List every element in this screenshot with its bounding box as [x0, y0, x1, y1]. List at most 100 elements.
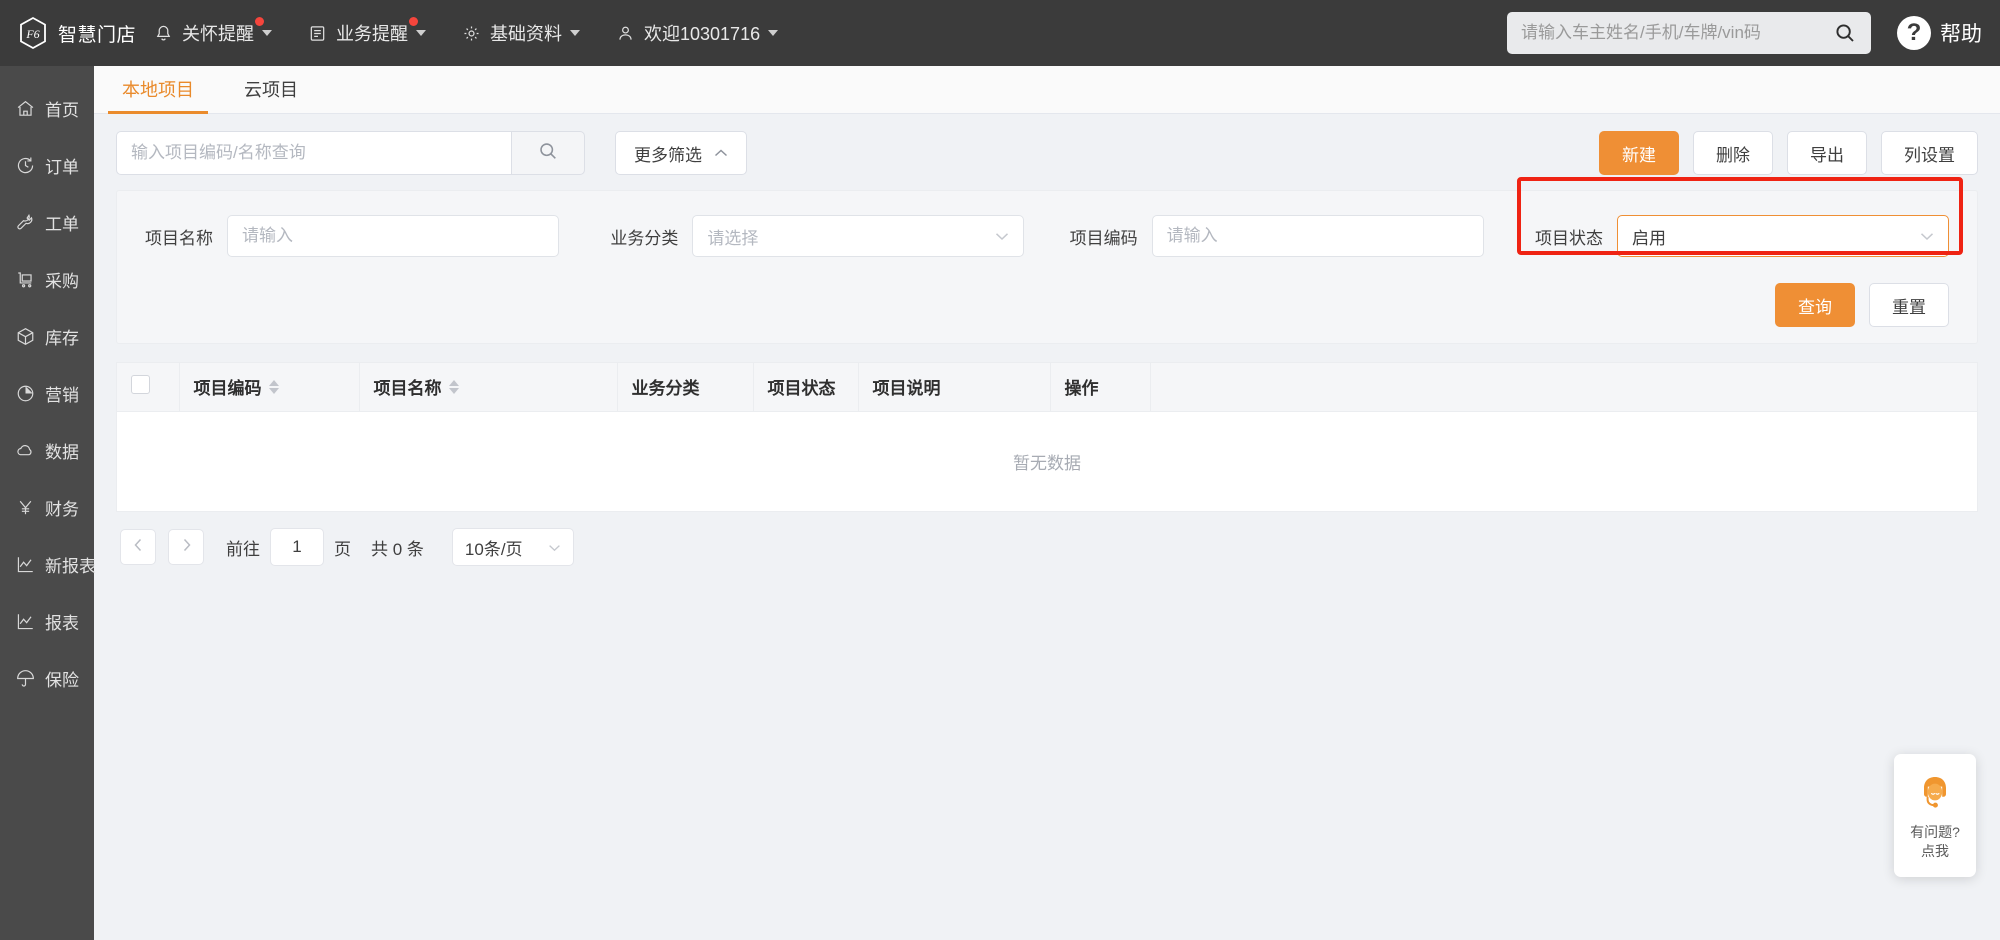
filter-label-project-status: 项目状态 — [1534, 228, 1603, 248]
table-body: 暂无数据 — [117, 411, 1977, 511]
quick-search-input[interactable] — [116, 131, 511, 175]
filter-actions: 查询 重置 — [145, 283, 1949, 327]
customer-service-line1: 有问题? — [1910, 823, 1960, 840]
business-type-value: 请选择 — [707, 228, 759, 248]
sidebar-label-marketing: 营销 — [45, 386, 79, 405]
create-button[interactable]: 新建 — [1599, 131, 1679, 175]
tab-cloud-projects[interactable]: 云项目 — [230, 76, 312, 113]
home-icon — [14, 98, 36, 120]
sidebar-label-insurance: 保险 — [45, 671, 79, 690]
sort-icon[interactable] — [268, 379, 279, 394]
search-icon — [537, 140, 559, 167]
business-type-select[interactable]: 请选择 — [692, 215, 1025, 257]
global-search[interactable] — [1507, 12, 1871, 54]
chevron-down-icon — [262, 30, 272, 36]
sidebar-item-report[interactable]: 报表 — [0, 593, 94, 650]
page-number-input[interactable] — [270, 528, 324, 566]
table-header-checkbox — [117, 363, 180, 412]
reset-button[interactable]: 重置 — [1869, 283, 1949, 327]
next-page-button[interactable] — [168, 529, 204, 565]
chevron-down-icon — [768, 30, 779, 36]
wrench-icon — [14, 212, 36, 234]
sidebar-item-home[interactable]: 首页 — [0, 80, 94, 137]
sidebar-label-report: 报表 — [45, 614, 79, 633]
table-header-label-business-type: 业务分类 — [631, 379, 700, 399]
sidebar-label-work-order: 工单 — [45, 215, 79, 234]
projects-table: 项目编码 项目名称 业务分类 项目状态 项目说明 操作 暂无数据 — [116, 362, 1978, 512]
select-all-checkbox[interactable] — [131, 374, 150, 394]
project-name-field[interactable] — [227, 215, 559, 257]
brand[interactable]: F6 智慧门店 — [0, 16, 136, 50]
sort-icon[interactable] — [448, 379, 459, 394]
sidebar-item-data[interactable]: 数据 — [0, 422, 94, 479]
quick-search-button[interactable] — [511, 131, 585, 175]
project-code-field[interactable] — [1151, 215, 1484, 257]
sidebar-item-order[interactable]: 订单 — [0, 137, 94, 194]
project-status-value: 启用 — [1631, 228, 1666, 248]
table-header-label-project-name: 项目名称 — [373, 379, 442, 399]
table-header-label-operation: 操作 — [1064, 379, 1099, 399]
table-header-project-name[interactable]: 项目名称 — [359, 363, 618, 412]
clock-icon — [14, 155, 36, 177]
tab-local-projects[interactable]: 本地项目 — [108, 76, 208, 114]
project-name-input[interactable] — [242, 226, 544, 246]
nav-item-business-reminder[interactable]: 业务提醒 — [290, 0, 444, 66]
f6-hexagon-logo-icon: F6 — [16, 16, 50, 50]
table-empty-row: 暂无数据 — [117, 411, 1977, 511]
column-settings-button[interactable]: 列设置 — [1881, 131, 1978, 175]
nav-item-user-account[interactable]: 欢迎10301716 — [598, 0, 796, 66]
project-status-select[interactable]: 启用 — [1616, 215, 1949, 257]
sidebar-item-inventory[interactable]: 库存 — [0, 308, 94, 365]
export-button[interactable]: 导出 — [1787, 131, 1867, 175]
help-button[interactable]: ? 帮助 — [1897, 16, 1982, 50]
sidebar-item-marketing[interactable]: 营销 — [0, 365, 94, 422]
sidebar-item-new-report[interactable]: 新报表 — [0, 536, 96, 593]
sidebar: 首页 订单 工单 采购 库存 营销 数据 财务 新报表 报表 保险 — [0, 66, 96, 940]
total-count-label: 共 0 条 — [371, 539, 424, 559]
delete-button[interactable]: 删除 — [1693, 131, 1773, 175]
sidebar-label-data: 数据 — [45, 443, 79, 462]
yen-icon — [14, 497, 36, 519]
project-code-input[interactable] — [1166, 226, 1469, 246]
search-icon[interactable] — [1833, 21, 1857, 45]
page-size-value: 10条/页 — [464, 539, 523, 559]
sidebar-item-finance[interactable]: 财务 — [0, 479, 94, 536]
app-root: F6 智慧门店 关怀提醒 业务提醒 基础资料 欢迎10301716 请输入车主姓… — [0, 0, 2000, 940]
tab-label-local-projects: 本地项目 — [122, 80, 194, 100]
chevron-down-icon — [1920, 228, 1934, 245]
customer-service-line2: 点我 — [1920, 842, 1949, 859]
table-header-label-project-status: 项目状态 — [767, 379, 836, 399]
nav-item-basic-data[interactable]: 基础资料 — [444, 0, 598, 66]
customer-service-text: 有问题? 点我 — [1910, 823, 1960, 861]
nav-item-care-reminder[interactable]: 关怀提醒 — [136, 0, 290, 66]
filter-label-business-type: 业务分类 — [610, 228, 679, 248]
search-button[interactable]: 查询 — [1775, 283, 1855, 327]
sidebar-item-insurance[interactable]: 保险 — [0, 650, 94, 707]
cube-icon — [14, 326, 36, 348]
toolbar: 更多筛选 新建 删除 导出 列设置 — [116, 130, 1978, 176]
global-search-input[interactable] — [1521, 23, 1833, 43]
page-tabs: 本地项目 云项目 — [94, 66, 2000, 114]
nav-label-business-reminder: 业务提醒 — [336, 24, 408, 44]
chevron-left-icon — [133, 538, 144, 557]
brand-name: 智慧门店 — [58, 24, 137, 46]
sidebar-label-order: 订单 — [45, 158, 79, 177]
more-filters-button[interactable]: 更多筛选 — [615, 131, 747, 175]
sidebar-item-purchase[interactable]: 采购 — [0, 251, 94, 308]
filter-project-status: 项目状态 启用 — [1535, 215, 1949, 257]
umbrella-icon — [14, 668, 36, 690]
list-icon — [308, 24, 327, 43]
question-mark-icon: ? — [1897, 16, 1931, 50]
filter-project-name: 项目名称 — [145, 215, 559, 257]
sidebar-item-work-order[interactable]: 工单 — [0, 194, 94, 251]
sidebar-label-home: 首页 — [45, 101, 79, 120]
notification-dot — [255, 17, 264, 26]
customer-service-widget[interactable]: 有问题? 点我 — [1894, 754, 1976, 877]
table-header-project-code[interactable]: 项目编码 — [179, 363, 360, 412]
prev-page-button[interactable] — [120, 529, 156, 565]
quick-search — [116, 131, 585, 175]
nav-label-basic-data: 基础资料 — [490, 24, 562, 44]
gear-icon — [462, 24, 481, 43]
table-header-label-project-description: 项目说明 — [872, 379, 941, 399]
page-size-select[interactable]: 10条/页 — [451, 528, 574, 566]
